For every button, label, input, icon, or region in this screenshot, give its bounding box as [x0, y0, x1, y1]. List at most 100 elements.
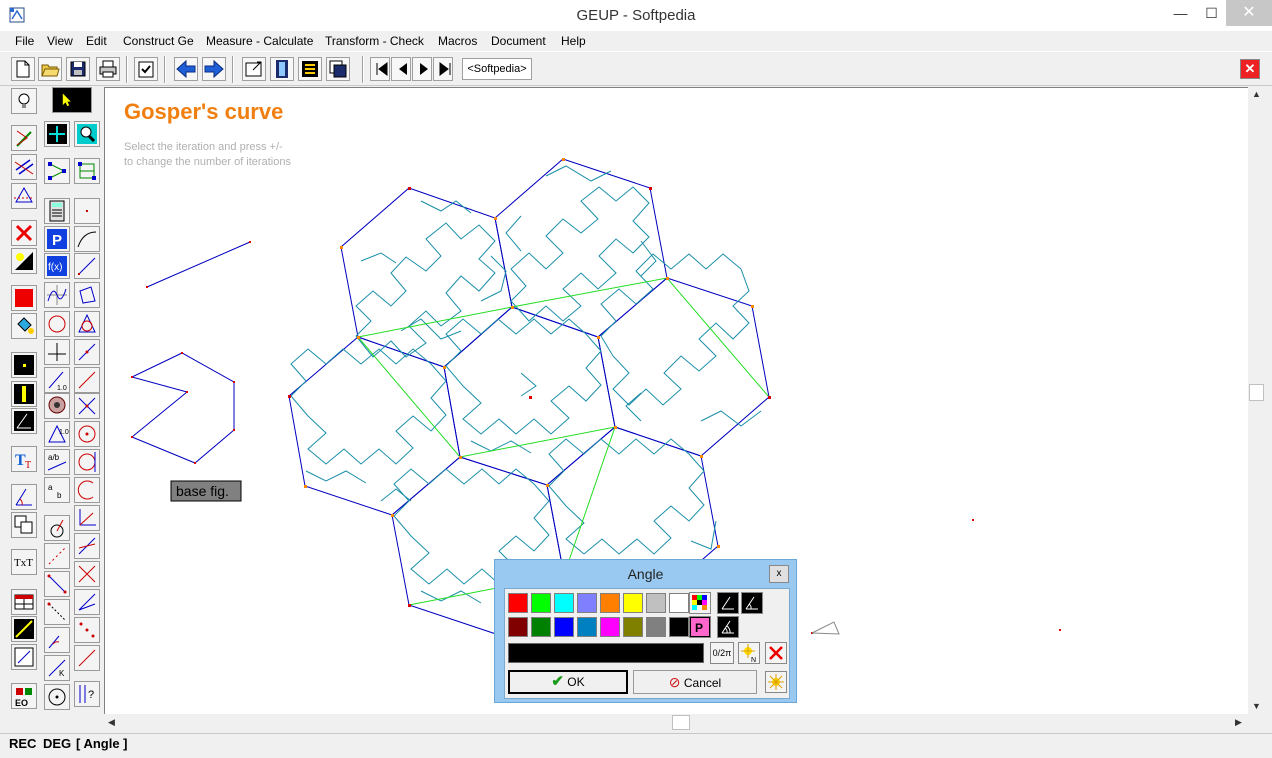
- vertex-point[interactable]: [511, 306, 514, 309]
- next-step-button[interactable]: [412, 57, 432, 81]
- close-window-button[interactable]: ✕: [1226, 0, 1272, 26]
- segment-points-tool[interactable]: [44, 571, 70, 597]
- menu-measure-calculate[interactable]: Measure - Calculate: [206, 34, 313, 48]
- delete-button[interactable]: [765, 642, 787, 664]
- parameter-tool[interactable]: P: [44, 226, 70, 252]
- point-tool[interactable]: [74, 198, 100, 224]
- first-step-button[interactable]: [370, 57, 390, 81]
- angle-style-tool[interactable]: [11, 408, 37, 434]
- base-segment-start-point[interactable]: [146, 286, 148, 288]
- dilate-tool[interactable]: [44, 599, 70, 625]
- film-button[interactable]: [270, 57, 294, 81]
- vertex-point[interactable]: [391, 514, 394, 517]
- line-tool[interactable]: [74, 339, 100, 365]
- vertex-point[interactable]: [288, 395, 291, 398]
- color-swatch[interactable]: [531, 617, 551, 637]
- vertex-point[interactable]: [443, 366, 446, 369]
- close-document-button[interactable]: ✕: [1240, 59, 1260, 79]
- color-swatch[interactable]: [669, 593, 689, 613]
- color-swatch[interactable]: [600, 617, 620, 637]
- curve-tool[interactable]: [44, 282, 70, 308]
- base-figure[interactable]: [130, 352, 235, 464]
- back-button[interactable]: [174, 57, 198, 81]
- layers-button[interactable]: [326, 57, 350, 81]
- new-file-button[interactable]: [11, 57, 35, 81]
- vertex-point[interactable]: [768, 396, 771, 399]
- vertex-point[interactable]: [304, 485, 307, 488]
- vertex-point[interactable]: [408, 187, 411, 190]
- perpendicular-tool[interactable]: [44, 339, 70, 365]
- delete-tool[interactable]: [11, 220, 37, 246]
- intersect-tool[interactable]: [74, 533, 100, 559]
- menu-view[interactable]: View: [47, 34, 73, 48]
- dot-line-tool[interactable]: [74, 617, 100, 643]
- scroll-right-icon[interactable]: ▶: [1235, 717, 1242, 728]
- scroll-left-icon[interactable]: ◀: [108, 717, 115, 728]
- vertex-point[interactable]: [529, 396, 532, 399]
- measure-angle-tool[interactable]: 1.0: [44, 421, 70, 447]
- vertex-point[interactable]: [186, 391, 188, 393]
- scroll-down-icon[interactable]: ▼: [1252, 701, 1261, 711]
- homothety-tool[interactable]: K: [44, 655, 70, 681]
- text-tool[interactable]: TT: [11, 446, 37, 472]
- cross-tool[interactable]: [74, 561, 100, 587]
- vertex-point[interactable]: [459, 456, 462, 459]
- angle-marker[interactable]: [811, 621, 840, 635]
- graph-tool[interactable]: [44, 158, 70, 184]
- red-segment-tool[interactable]: [74, 645, 100, 671]
- menu-macros[interactable]: Macros: [438, 34, 477, 48]
- multicolor-button[interactable]: [689, 592, 711, 614]
- center-point-tool[interactable]: [44, 684, 70, 710]
- circle-tool[interactable]: [44, 311, 70, 337]
- color-swatch[interactable]: [554, 593, 574, 613]
- check-button[interactable]: [134, 57, 158, 81]
- vertex-point[interactable]: [408, 604, 411, 607]
- reflect-tool[interactable]: [11, 183, 37, 209]
- arc-circle-tool[interactable]: [74, 477, 100, 503]
- macro-tool[interactable]: EO: [11, 683, 37, 709]
- vertex-point[interactable]: [649, 187, 652, 190]
- vertex-point[interactable]: [751, 305, 754, 308]
- menu-construct[interactable]: Construct Ge: [123, 34, 194, 48]
- color-swatch[interactable]: [577, 593, 597, 613]
- axes-tool[interactable]: [74, 505, 100, 531]
- vertex-point[interactable]: [614, 426, 617, 429]
- label-tool[interactable]: ab: [44, 477, 70, 503]
- base-segment[interactable]: [146, 241, 251, 288]
- parallel-check-tool[interactable]: ?: [74, 681, 100, 707]
- forward-button[interactable]: [202, 57, 226, 81]
- horizontal-scrollbar[interactable]: ◀ ▶: [104, 714, 1248, 731]
- base-segment-end-point[interactable]: [249, 241, 251, 243]
- color-swatch[interactable]: [646, 617, 666, 637]
- ratio-tool[interactable]: a/b: [44, 449, 70, 475]
- vertex-point[interactable]: [666, 277, 669, 280]
- polygon-tool[interactable]: [74, 282, 100, 308]
- save-button[interactable]: [66, 57, 90, 81]
- ray-tool[interactable]: [74, 367, 100, 393]
- parallel-tool[interactable]: [11, 154, 37, 180]
- table-tool[interactable]: [11, 589, 37, 615]
- minimize-button[interactable]: —: [1166, 0, 1195, 26]
- vector-tool[interactable]: [11, 125, 37, 151]
- vertex-point[interactable]: [717, 545, 720, 548]
- menu-edit[interactable]: Edit: [86, 34, 107, 48]
- menu-help[interactable]: Help: [561, 34, 586, 48]
- print-button[interactable]: [96, 57, 120, 81]
- midpoint-tool[interactable]: [74, 393, 100, 419]
- angle-style-button-2[interactable]: [741, 592, 763, 614]
- angle-style-button-3[interactable]: [717, 616, 739, 638]
- zoom-tool[interactable]: [74, 121, 100, 147]
- vertex-point[interactable]: [1059, 629, 1061, 631]
- text-edit-tool[interactable]: TxT: [11, 549, 37, 575]
- measure-length-tool[interactable]: 1.0: [44, 367, 70, 393]
- fit-view-tool[interactable]: [44, 121, 70, 147]
- maximize-button[interactable]: ☐: [1197, 0, 1226, 26]
- menu-transform-check[interactable]: Transform - Check: [325, 34, 424, 48]
- vertex-point[interactable]: [357, 336, 360, 339]
- segment-tool[interactable]: [74, 253, 100, 279]
- vertex-point[interactable]: [131, 436, 133, 438]
- color-swatch[interactable]: [623, 593, 643, 613]
- menu-file[interactable]: File: [15, 34, 34, 48]
- color-swatch[interactable]: [669, 617, 689, 637]
- arc-tool[interactable]: [74, 226, 100, 252]
